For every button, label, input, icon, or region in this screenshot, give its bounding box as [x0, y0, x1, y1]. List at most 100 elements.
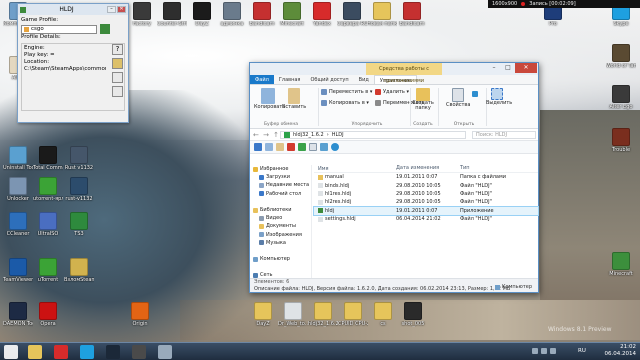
- ie-icon[interactable]: [331, 143, 339, 151]
- desktop-icon-ultraiso[interactable]: UltraISO: [33, 212, 63, 237]
- back-forward-icon[interactable]: ← → ↑: [253, 131, 280, 139]
- view-icon[interactable]: [320, 143, 328, 151]
- game-profile-select[interactable]: csgo: [21, 24, 97, 34]
- desktop-icon-servers[interactable]: Сервера RUST v1132: [337, 2, 367, 27]
- desktop-icon-yandex[interactable]: Yandex: [307, 2, 337, 27]
- desktop-icon-unlocker[interactable]: Unlocker: [3, 177, 33, 202]
- desktop-icon-admin[interactable]: админка: [217, 2, 247, 27]
- properties-icon[interactable]: [309, 143, 317, 151]
- tab-share[interactable]: Общий доступ: [305, 75, 353, 84]
- desktop-icon-factory[interactable]: Factory: [127, 2, 157, 27]
- delete-icon[interactable]: [287, 143, 295, 151]
- new-folder-button[interactable]: Создать папку: [411, 88, 435, 111]
- check-icon[interactable]: [298, 143, 306, 151]
- open-button[interactable]: [472, 91, 478, 97]
- explorer-titlebar[interactable]: HLDJ Средства работы с приложениями – □ …: [250, 63, 538, 84]
- delete-button[interactable]: Удалить ▾: [375, 89, 409, 95]
- column-name[interactable]: Имя: [314, 165, 396, 172]
- copy-button[interactable]: Копировать: [254, 88, 285, 110]
- nav-item[interactable]: Компьютер: [250, 255, 311, 263]
- explorer-taskbar-icon[interactable]: [28, 345, 42, 359]
- steam-taskbar-icon[interactable]: [106, 345, 120, 359]
- breadcrumb-2[interactable]: HLDJ: [332, 132, 344, 138]
- nav-item[interactable]: Видео: [250, 214, 311, 222]
- column-date[interactable]: Дата изменения: [396, 165, 460, 172]
- nav-item[interactable]: Музыка: [250, 239, 311, 247]
- paste-icon[interactable]: [276, 143, 284, 151]
- desktop-icon-dayz-file[interactable]: DayZ: [248, 302, 278, 327]
- paste-button[interactable]: Вставить: [282, 88, 306, 110]
- move-to-button[interactable]: Переместить в ▾: [321, 89, 372, 95]
- yandex-taskbar-icon[interactable]: [54, 345, 68, 359]
- desktop-icon-drweb[interactable]: Dr_Web_to...: [278, 302, 308, 327]
- desktop-icon-minecraft[interactable]: Minecraft: [277, 2, 307, 27]
- desktop-icon-warofwar[interactable]: World of Tanks: [606, 44, 636, 69]
- desktop-icon-go[interactable]: Counter-Strike Global Offe...: [157, 2, 187, 27]
- copy-to-button[interactable]: Копировать в ▾: [321, 100, 369, 106]
- nav-item[interactable]: Библиотеки: [250, 206, 311, 214]
- nav-item[interactable]: Рабочий стол: [250, 190, 311, 198]
- file-row[interactable]: hldj 19.01.2011 0:07 Приложение: [313, 205, 539, 217]
- desktop-icon-utorrent-shortcut[interactable]: utorrent-ярлык: [33, 177, 63, 202]
- desktop-icon-vzlomsteam[interactable]: ВзломSteam: [64, 258, 94, 283]
- copy-icon[interactable]: [265, 143, 273, 151]
- language-indicator[interactable]: RU: [578, 348, 586, 354]
- desktop-icon-origin[interactable]: Origin: [125, 302, 155, 327]
- app-taskbar-icon[interactable]: [132, 345, 146, 359]
- desktop-icon-ts3[interactable]: TS3: [64, 212, 94, 237]
- skype-taskbar-icon[interactable]: [80, 345, 94, 359]
- edit-button[interactable]: [112, 72, 123, 83]
- nav-item[interactable]: Документы: [250, 222, 311, 230]
- desktop-icon-mc[interactable]: Minecraft: [606, 252, 636, 277]
- nav-item[interactable]: Недавние места: [250, 181, 311, 189]
- column-type[interactable]: Тип: [460, 165, 530, 172]
- desktop-icon-newfolder[interactable]: Новая папка (3): [367, 2, 397, 27]
- desktop-icon-ccleaner[interactable]: CCleaner: [3, 212, 33, 237]
- tab-home[interactable]: Главная: [274, 75, 306, 84]
- file-row[interactable]: settings.hldj 06.04.2014 21:02 Файл "HLDJ": [314, 215, 538, 223]
- close-button[interactable]: ✕: [515, 63, 537, 73]
- select-button[interactable]: Выделить: [486, 88, 512, 106]
- maximize-button[interactable]: □: [501, 63, 515, 73]
- desktop-icon-teamviewer[interactable]: TeamViewer: [3, 258, 33, 283]
- desktop-icon-alter[interactable]: Alter Ego: [606, 85, 636, 110]
- desktop-icon-bandicam2[interactable]: Bandicam: [397, 2, 427, 27]
- nav-item[interactable]: Избранное: [250, 165, 311, 173]
- cut-icon[interactable]: [254, 143, 262, 151]
- desktop-icon-rust[interactable]: Rust v1132: [64, 146, 94, 171]
- minimize-button[interactable]: –: [487, 63, 501, 73]
- go-button[interactable]: [100, 24, 110, 34]
- file-row[interactable]: manual 19.01.2011 0:07 Папка с файлами: [314, 173, 538, 181]
- explorer-window[interactable]: HLDJ Средства работы с приложениями – □ …: [249, 62, 539, 293]
- file-row[interactable]: hl1res.hldj 29.08.2010 10:05 Файл "HLDJ": [314, 190, 538, 198]
- nav-item[interactable]: Изображения: [250, 231, 311, 239]
- app2-taskbar-icon[interactable]: [158, 345, 172, 359]
- desktop-icon-opera[interactable]: Opera: [33, 302, 63, 327]
- desktop-icon-cs[interactable]: cs: [368, 302, 398, 327]
- file-row[interactable]: binds.hldj 29.08.2010 10:05 Файл "HLDJ": [314, 181, 538, 189]
- desktop-icon-daemon[interactable]: DAEMON Tools Lite: [3, 302, 33, 327]
- properties-button[interactable]: Свойства: [446, 88, 470, 108]
- desktop-icon-shot[interactable]: shot_005: [398, 302, 428, 327]
- start-button[interactable]: [4, 345, 18, 359]
- desktop-icon-hldj-zip[interactable]: hldj32_1.6.2: [308, 302, 338, 327]
- tab-file[interactable]: Файл: [250, 75, 274, 84]
- file-row[interactable]: hl2res.hldj 29.08.2010 10:05 Файл "HLDJ": [314, 198, 538, 206]
- tab-view[interactable]: Вид: [354, 75, 374, 84]
- desktop-icon-rust2[interactable]: rust-v1132: [64, 177, 94, 202]
- desktop-icon-trouble[interactable]: Trouble: [606, 128, 636, 153]
- hldj-titlebar[interactable]: HLDJ – ✕: [18, 4, 128, 15]
- clock[interactable]: 21:02 06.04.2014: [605, 344, 637, 358]
- search-input[interactable]: Поиск: HLDJ: [472, 131, 536, 139]
- address-bar[interactable]: hldj32_1.6.2 › HLDJ: [280, 131, 466, 139]
- close-button[interactable]: ✕: [117, 6, 126, 13]
- settings-button[interactable]: [112, 86, 123, 97]
- desktop-icon-bandicam[interactable]: Bandicam: [247, 2, 277, 27]
- tray-icon[interactable]: [541, 348, 547, 354]
- desktop-icon-total-commander[interactable]: Total Commander: [33, 146, 63, 171]
- help-button[interactable]: ?: [112, 44, 123, 55]
- nav-item[interactable]: Загрузки: [250, 173, 311, 181]
- breadcrumb-1[interactable]: hldj32_1.6.2: [293, 132, 324, 138]
- hldj-window[interactable]: HLDJ – ✕ Game Profile: csgo Profile Deta…: [17, 3, 129, 123]
- tools-button[interactable]: [112, 58, 123, 69]
